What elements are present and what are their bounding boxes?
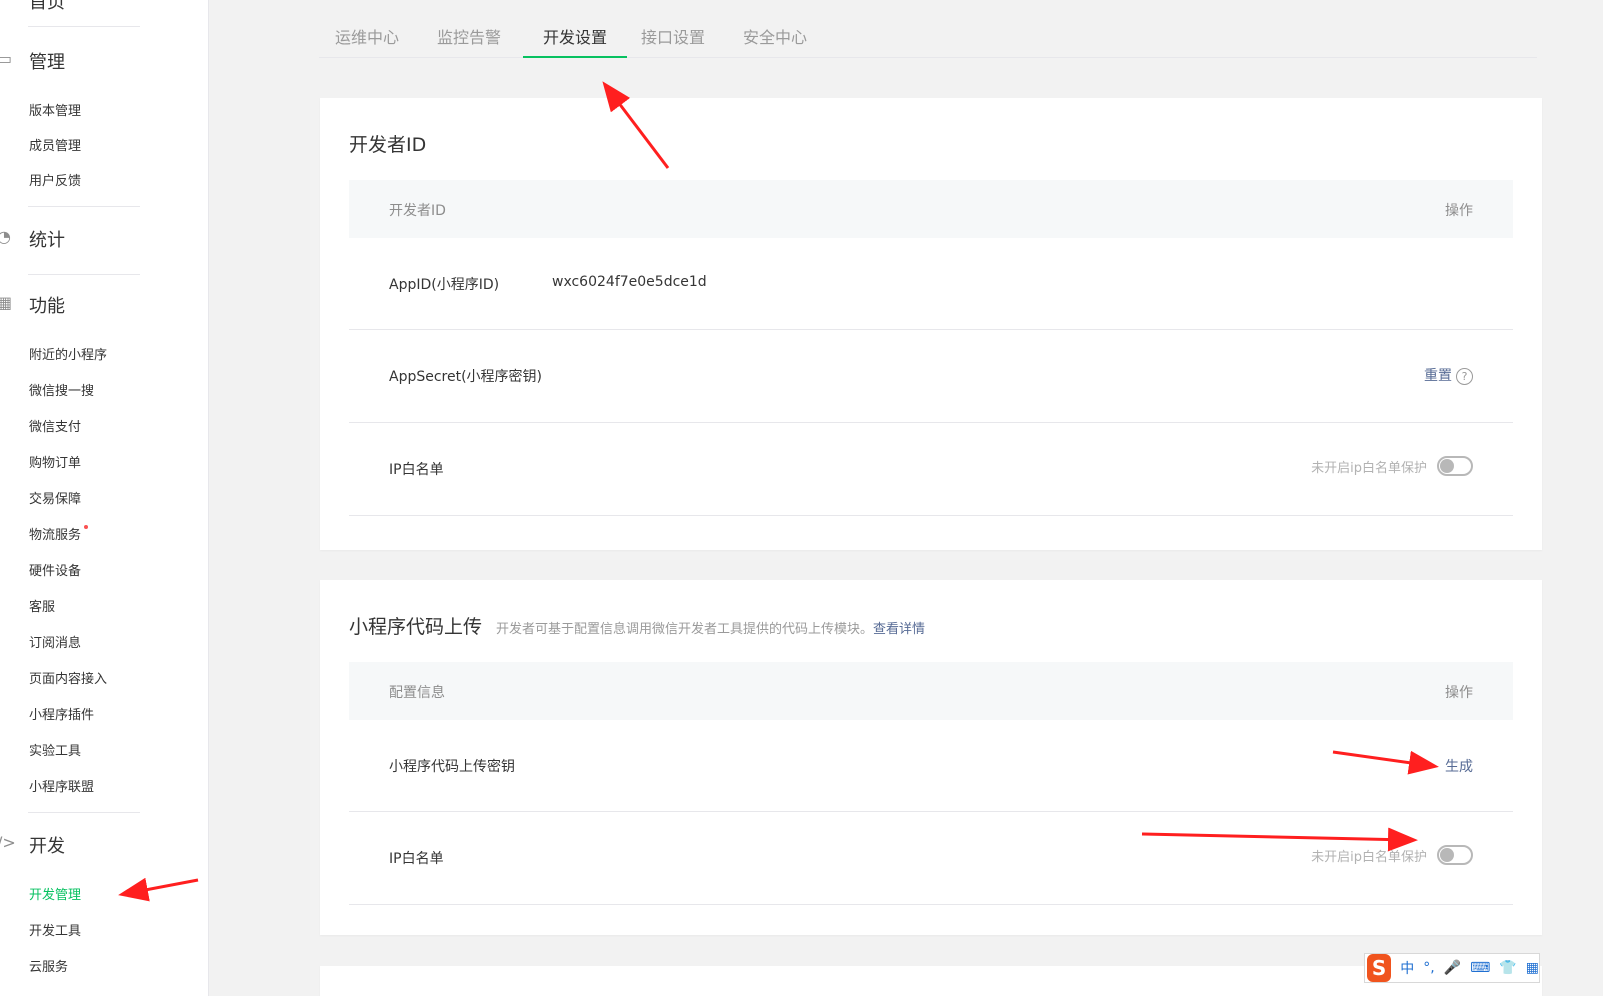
ip-whitelist-status: 未开启ip白名单保护 <box>1311 849 1427 865</box>
ip-whitelist-status: 未开启ip白名单保护 <box>1311 460 1427 476</box>
sidebar-item-version[interactable]: 版本管理 <box>29 100 81 119</box>
sidebar-title-label: 管理 <box>29 52 65 73</box>
sidebar-divider <box>28 206 140 207</box>
sidebar-item-label: 物流服务 <box>29 528 82 543</box>
ime-logo[interactable]: S <box>1367 954 1392 982</box>
generate-key-link[interactable]: 生成 <box>1445 756 1473 776</box>
card-description: 开发者可基于配置信息调用微信开发者工具提供的代码上传模块。 <box>496 622 874 637</box>
ime-microphone-icon[interactable]: 🎤 <box>1444 960 1461 976</box>
reset-label: 重置 <box>1424 368 1452 384</box>
sidebar-item-experiment[interactable]: 实验工具 <box>29 740 81 759</box>
reset-secret-link[interactable]: 重置? <box>1424 365 1473 385</box>
table-header-col2: 操作 <box>1445 203 1473 219</box>
table-header-col1: 配置信息 <box>389 685 445 701</box>
sidebar-title-stats[interactable]: ◔ 统计 <box>0 226 65 252</box>
appid-label: AppID(小程序ID) <box>389 277 500 293</box>
sidebar-item-members[interactable]: 成员管理 <box>29 135 81 154</box>
sidebar-title-dev[interactable]: /> 开发 <box>0 832 65 858</box>
grid-icon: ▦ <box>0 293 13 312</box>
table-row-upload-key: 小程序代码上传密钥 生成 <box>349 720 1513 812</box>
table-header-col1: 开发者ID <box>389 203 446 219</box>
pie-chart-icon: ◔ <box>0 227 11 246</box>
code-upload-card: 小程序代码上传 开发者可基于配置信息调用微信开发者工具提供的代码上传模块。查看详情… <box>320 580 1542 935</box>
folder-icon: ▭ <box>0 49 13 68</box>
sidebar-title-manage[interactable]: ▭ 管理 <box>0 48 65 74</box>
sidebar-item-content[interactable]: 页面内容接入 <box>29 668 107 687</box>
main-content: 运维中心 监控告警 开发设置 接口设置 安全中心 开发者ID 开发者ID 操作 … <box>209 0 1603 996</box>
sidebar-item-search[interactable]: 微信搜一搜 <box>29 380 94 399</box>
secret-label: AppSecret(小程序密钥) <box>389 369 543 385</box>
table-row-ip-whitelist: IP白名单 未开启ip白名单保护 <box>349 423 1513 516</box>
upload-key-label: 小程序代码上传密钥 <box>389 759 515 775</box>
table-header: 开发者ID 操作 <box>349 180 1513 238</box>
sidebar-item-subscribe[interactable]: 订阅消息 <box>29 632 81 651</box>
card-title: 小程序代码上传 <box>349 616 483 638</box>
ime-toolbar: S 中 °, 🎤 ⌨ 👕 ▦ <box>1364 953 1540 983</box>
ime-toolbox-icon[interactable]: ▦ <box>1526 960 1539 976</box>
card-title-row: 小程序代码上传 开发者可基于配置信息调用微信开发者工具提供的代码上传模块。查看详情 <box>349 612 925 639</box>
toggle-knob <box>1440 459 1454 473</box>
sidebar-divider <box>28 812 140 813</box>
sidebar-item-pay[interactable]: 微信支付 <box>29 416 81 435</box>
ip-whitelist-control: 未开启ip白名单保护 <box>1311 456 1473 476</box>
table-row-ip-whitelist: IP白名单 未开启ip白名单保护 <box>349 812 1513 905</box>
ime-chinese-mode[interactable]: 中 <box>1400 958 1414 978</box>
sidebar-item-alliance[interactable]: 小程序联盟 <box>29 776 94 795</box>
sidebar-item-feedback[interactable]: 用户反馈 <box>29 170 81 189</box>
card-title: 开发者ID <box>349 134 427 156</box>
tab-api-settings[interactable]: 接口设置 <box>635 24 711 58</box>
ip-whitelist-control: 未开启ip白名单保护 <box>1311 845 1473 865</box>
appid-value: wxc6024f7e0e5dce1d <box>552 274 707 290</box>
table-row-secret: AppSecret(小程序密钥) 重置? <box>349 330 1513 423</box>
new-dot-icon <box>84 525 89 529</box>
sidebar-title-label: 开发 <box>29 836 65 857</box>
sidebar-title-home[interactable]: 首页 <box>29 0 65 14</box>
sidebar: 首页 ▭ 管理 版本管理 成员管理 用户反馈 ◔ 统计 ▦ 功能 附近的小程序 … <box>0 0 209 996</box>
ime-punctuation-icon[interactable]: °, <box>1423 960 1434 976</box>
sidebar-divider <box>28 274 140 275</box>
ime-keyboard-icon[interactable]: ⌨ <box>1470 960 1490 976</box>
sidebar-item-cloud[interactable]: 云服务 <box>29 956 68 975</box>
tab-monitor[interactable]: 监控告警 <box>431 24 507 58</box>
toggle-knob <box>1440 848 1454 862</box>
code-icon: /> <box>0 833 16 852</box>
view-details-link[interactable]: 查看详情 <box>873 622 925 637</box>
tab-security[interactable]: 安全中心 <box>737 24 813 58</box>
sidebar-item-plugins[interactable]: 小程序插件 <box>29 704 94 723</box>
sidebar-item-orders[interactable]: 购物订单 <box>29 452 81 471</box>
sidebar-title-label: 功能 <box>29 296 65 317</box>
sidebar-item-dev-tools[interactable]: 开发工具 <box>29 920 81 939</box>
tab-ops[interactable]: 运维中心 <box>329 24 405 58</box>
sidebar-title-label: 统计 <box>29 230 65 251</box>
next-card <box>320 966 1542 996</box>
developer-id-card: 开发者ID 开发者ID 操作 AppID(小程序ID) wxc6024f7e0e… <box>320 98 1542 550</box>
help-icon[interactable]: ? <box>1456 367 1473 385</box>
sidebar-item-service[interactable]: 客服 <box>29 596 55 615</box>
sidebar-title-features[interactable]: ▦ 功能 <box>0 292 65 318</box>
table-row-appid: AppID(小程序ID) wxc6024f7e0e5dce1d <box>349 238 1513 330</box>
ip-whitelist-label: IP白名单 <box>389 462 444 478</box>
ip-whitelist-toggle[interactable] <box>1437 845 1473 865</box>
sidebar-item-hardware[interactable]: 硬件设备 <box>29 560 81 579</box>
sidebar-item-guarantee[interactable]: 交易保障 <box>29 488 81 507</box>
table-header: 配置信息 操作 <box>349 662 1513 720</box>
ime-skin-icon[interactable]: 👕 <box>1499 960 1516 976</box>
tab-bar: 运维中心 监控告警 开发设置 接口设置 安全中心 <box>319 0 1537 58</box>
ip-whitelist-toggle[interactable] <box>1437 456 1473 476</box>
table-header-col2: 操作 <box>1445 685 1473 701</box>
sidebar-item-logistics[interactable]: 物流服务 <box>29 524 89 543</box>
sidebar-title-label: 首页 <box>29 0 65 13</box>
tab-dev-settings[interactable]: 开发设置 <box>523 24 627 58</box>
sidebar-item-nearby[interactable]: 附近的小程序 <box>29 344 107 363</box>
ip-whitelist-label: IP白名单 <box>389 851 444 867</box>
sidebar-item-dev-manage[interactable]: 开发管理 <box>29 884 81 903</box>
sidebar-divider <box>28 26 140 27</box>
